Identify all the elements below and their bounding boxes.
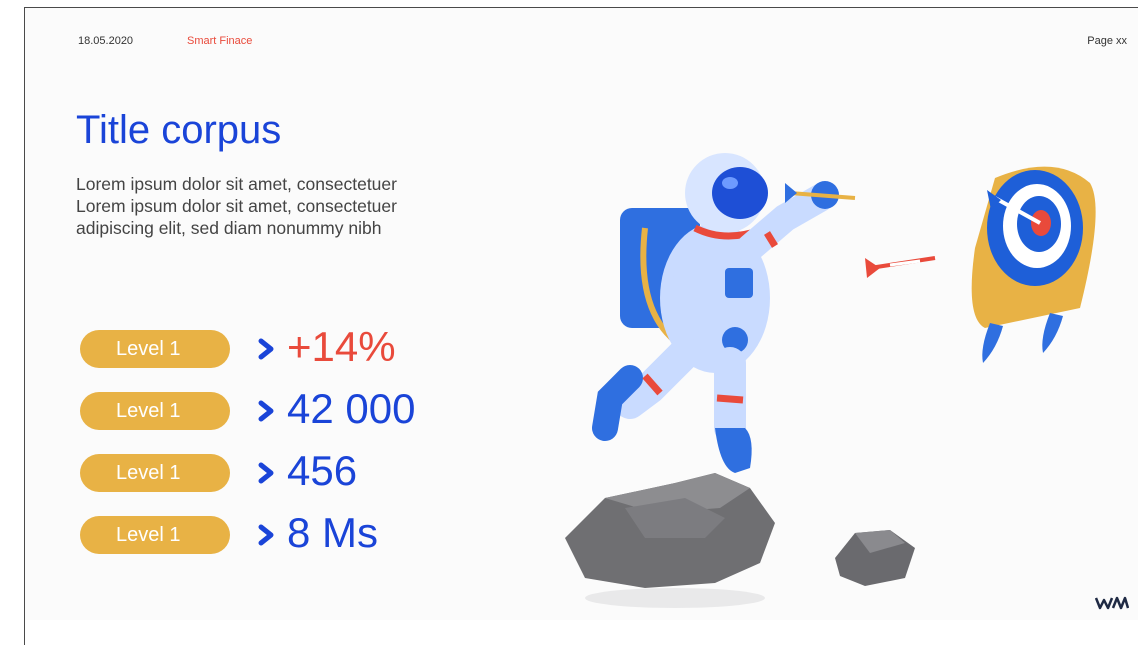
chevron-right-icon [258, 338, 274, 360]
body-text: Lorem ipsum dolor sit amet, consectetuer… [76, 173, 506, 239]
chevron-right-icon [258, 462, 274, 484]
chevron-right-icon [258, 524, 274, 546]
body-line: Lorem ipsum dolor sit amet, consectetuer [76, 174, 397, 194]
kpi-value: 456 [287, 447, 358, 494]
frame-edge [24, 619, 25, 645]
body-line: Lorem ipsum dolor sit amet, consectetuer [76, 196, 397, 216]
header-date: 18.05.2020 [78, 35, 134, 47]
slide: 18.05.2020 Smart Finace Page xx Title co… [24, 7, 1138, 620]
kpi-value: +14% [287, 323, 396, 370]
level-pill: Level 1 [80, 516, 230, 554]
level-pill: Level 1 [80, 330, 230, 368]
header-page-number: Page xx [1087, 35, 1127, 47]
chevron-right-icon [258, 400, 274, 422]
kpi-value: 8 Ms [287, 509, 379, 556]
slide-title: Title corpus [76, 108, 282, 152]
wm-logo-icon [1095, 596, 1129, 610]
target-illustration [971, 166, 1096, 363]
rock-illustration [565, 473, 775, 608]
kpi-value: 42 000 [287, 385, 416, 432]
body-line: adipiscing elit, sed diam nonummy nibh [76, 218, 382, 238]
astronaut-illustration [565, 153, 1096, 608]
header-brand: Smart Finace [187, 35, 253, 47]
level-pill: Level 1 [80, 454, 230, 492]
level-pill: Level 1 [80, 392, 230, 430]
